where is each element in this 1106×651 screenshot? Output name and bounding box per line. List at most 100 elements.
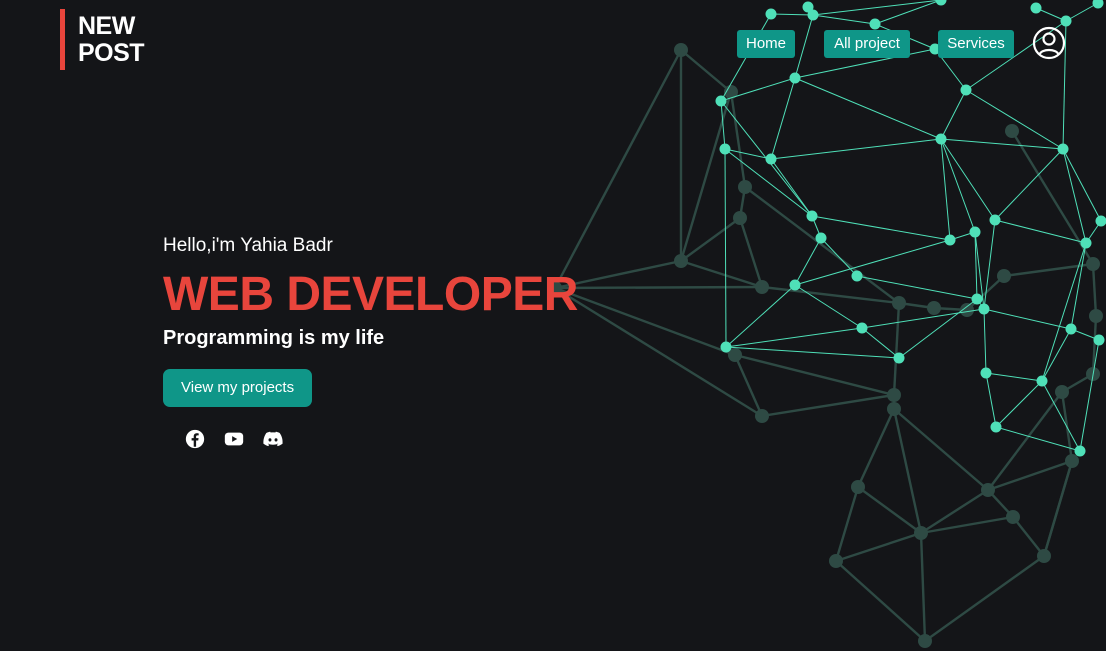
- network-node-bright: [765, 8, 777, 20]
- network-node-dim: [733, 211, 747, 225]
- network-edge-bright: [1065, 2, 1099, 22]
- youtube-icon[interactable]: [223, 428, 245, 450]
- network-edge-bright: [965, 89, 1064, 150]
- user-circle-icon[interactable]: [1032, 26, 1066, 60]
- hero-section: Hello,i'm Yahia Badr WEB DEVELOPER Progr…: [163, 234, 578, 407]
- network-edge-bright: [985, 372, 997, 428]
- network-node-bright: [980, 367, 992, 379]
- network-edge-bright: [812, 14, 876, 25]
- network-edge-bright: [856, 275, 978, 300]
- network-edge-dim: [1091, 263, 1098, 317]
- network-node-bright: [806, 210, 818, 222]
- network-node-dim: [887, 402, 901, 416]
- network-node-bright: [802, 1, 814, 13]
- network-node-bright: [960, 84, 972, 96]
- nav-services-button[interactable]: Services: [938, 30, 1014, 58]
- view-projects-button[interactable]: View my projects: [163, 369, 313, 407]
- network-edge-bright: [861, 327, 900, 359]
- network-edge-dim: [1042, 460, 1074, 557]
- network-node-bright: [1080, 237, 1092, 249]
- network-node-bright: [1030, 2, 1042, 14]
- hero-role-title: WEB DEVELOPER: [163, 268, 578, 321]
- network-node-dim: [997, 269, 1011, 283]
- network-node-dim: [1037, 549, 1051, 563]
- network-edge-bright: [861, 308, 985, 329]
- network-node-bright: [1065, 323, 1077, 335]
- network-node-bright: [969, 226, 981, 238]
- network-node-bright: [720, 341, 732, 353]
- network-edge-dim: [835, 560, 926, 642]
- network-edge-dim: [1003, 262, 1094, 278]
- network-edge-bright: [1041, 242, 1087, 382]
- network-edge-dim: [761, 285, 900, 305]
- nav-home-button[interactable]: Home: [737, 30, 795, 58]
- network-node-bright: [989, 214, 1001, 226]
- facebook-icon[interactable]: [184, 428, 206, 450]
- network-edge-dim: [734, 353, 895, 397]
- network-node-bright: [719, 143, 731, 155]
- network-node-bright: [935, 0, 947, 6]
- network-node-dim: [1086, 257, 1100, 271]
- network-node-dim: [918, 634, 932, 648]
- network-node-dim: [851, 480, 865, 494]
- network-edge-bright: [794, 237, 822, 286]
- network-node-dim: [738, 180, 752, 194]
- discord-icon[interactable]: [262, 428, 284, 450]
- network-node-bright: [1057, 143, 1069, 155]
- network-node-bright: [789, 72, 801, 84]
- network-edge-bright: [725, 327, 863, 348]
- network-edge-dim: [892, 302, 901, 396]
- network-edge-dim: [680, 217, 741, 262]
- network-node-dim: [1006, 510, 1020, 524]
- network-node-bright: [765, 153, 777, 165]
- network-node-bright: [869, 18, 881, 30]
- network-edge-dim: [924, 555, 1045, 642]
- hero-tagline: Programming is my life: [163, 327, 385, 349]
- network-edge-bright: [794, 284, 863, 329]
- network-edge-bright: [940, 138, 976, 233]
- network-node-bright: [1036, 375, 1048, 387]
- network-edge-dim: [554, 285, 763, 290]
- network-edge-bright: [1079, 339, 1100, 452]
- network-node-bright: [1093, 334, 1105, 346]
- network-node-dim: [981, 483, 995, 497]
- network-node-dim: [829, 554, 843, 568]
- social-links: [184, 428, 284, 450]
- network-edge-dim: [987, 391, 1063, 491]
- network-node-bright: [715, 95, 727, 107]
- network-node-dim: [755, 280, 769, 294]
- network-node-bright: [1074, 445, 1086, 457]
- nav-all-project-button[interactable]: All project: [824, 30, 910, 58]
- network-node-dim: [1065, 454, 1079, 468]
- network-node-bright: [935, 133, 947, 145]
- network-edge-bright: [995, 380, 1043, 428]
- network-edge-bright: [794, 77, 942, 140]
- page: NEW POST Home All project Services Hello…: [0, 0, 1106, 651]
- network-edge-dim: [679, 91, 733, 262]
- network-edge-dim: [856, 408, 896, 488]
- network-edge-dim: [729, 91, 747, 188]
- network-edge-dim: [761, 393, 895, 418]
- network-node-bright: [978, 303, 990, 315]
- network-edge-bright: [985, 372, 1043, 382]
- network-node-bright: [856, 322, 868, 334]
- top-nav: Home All project Services: [0, 30, 1106, 58]
- network-edge-bright: [1070, 242, 1087, 330]
- network-node-bright: [944, 234, 956, 246]
- network-edge-bright: [770, 138, 942, 160]
- network-edge-bright: [983, 308, 1072, 330]
- network-edge-bright: [725, 284, 796, 348]
- hero-greeting: Hello,i'm Yahia Badr: [163, 235, 333, 256]
- network-node-dim: [1005, 124, 1019, 138]
- network-node-bright: [893, 352, 905, 364]
- network-edge-dim: [834, 486, 860, 562]
- network-node-dim: [914, 526, 928, 540]
- network-node-bright: [815, 232, 827, 244]
- network-edge-bright: [770, 13, 814, 16]
- network-node-bright: [990, 421, 1002, 433]
- network-edge-dim: [987, 459, 1073, 492]
- network-node-dim: [1055, 385, 1069, 399]
- network-node-dim: [887, 388, 901, 402]
- network-node-dim: [927, 301, 941, 315]
- network-edge-bright: [1062, 148, 1087, 244]
